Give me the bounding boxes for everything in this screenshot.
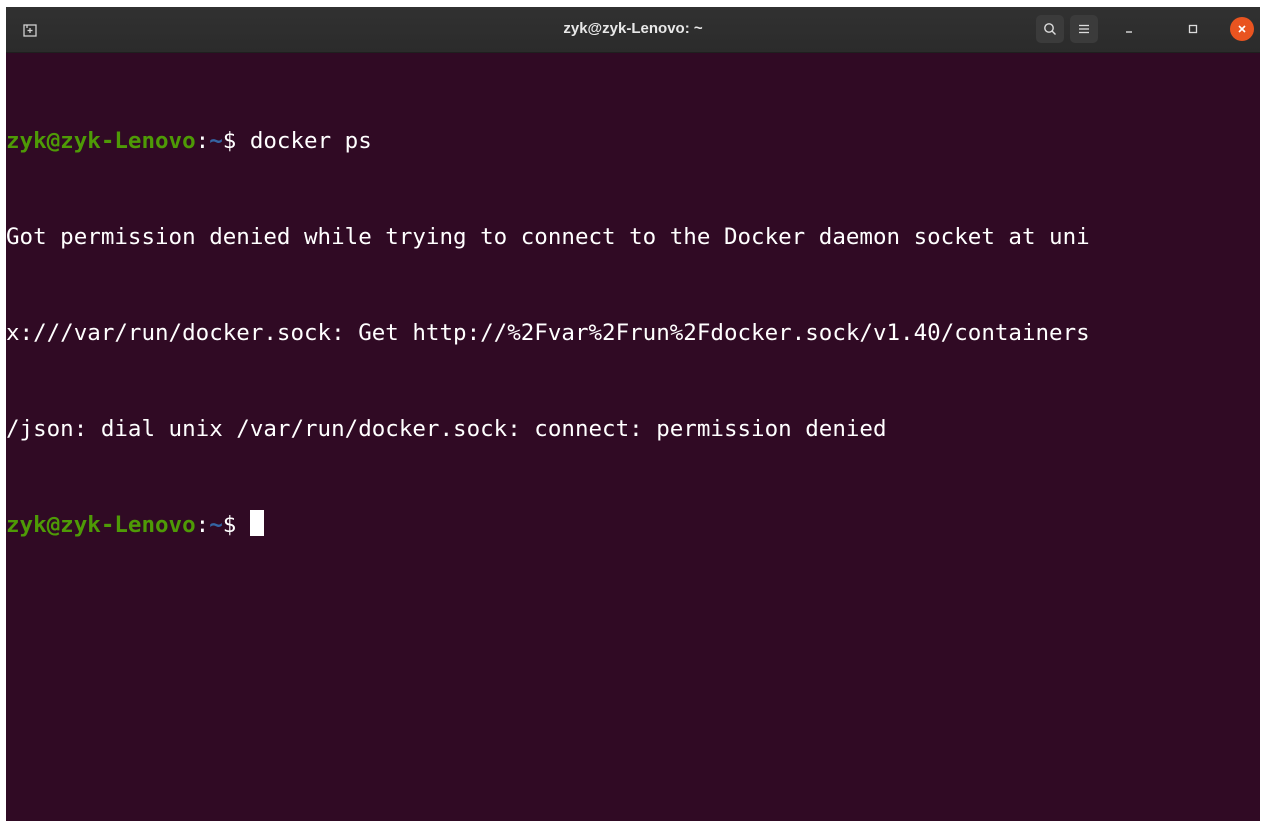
new-tab-button[interactable]: [18, 18, 42, 42]
command-line: zyk@zyk-Lenovo:~$ docker ps: [6, 125, 1260, 157]
close-icon: [1238, 25, 1246, 33]
terminal-output[interactable]: zyk@zyk-Lenovo:~$ docker ps Got permissi…: [6, 55, 1260, 821]
menu-button[interactable]: [1070, 15, 1098, 43]
hamburger-menu-icon: [1079, 24, 1089, 34]
text-cursor: [249, 510, 264, 536]
title-bar[interactable]: zyk@zyk-Lenovo: ~: [6, 7, 1260, 53]
search-button[interactable]: [1036, 15, 1064, 43]
prompt-path: ~: [209, 128, 223, 154]
minimize-icon: [1126, 31, 1132, 33]
close-button[interactable]: [1230, 17, 1254, 41]
prompt-dollar: $: [222, 128, 250, 154]
minimize-button[interactable]: [1116, 16, 1142, 42]
active-prompt-line[interactable]: zyk@zyk-Lenovo:~$: [6, 509, 1260, 541]
output-line: /json: dial unix /var/run/docker.sock: c…: [6, 416, 887, 442]
prompt-user-host: zyk@zyk-Lenovo: [6, 128, 196, 154]
prompt-dollar: $: [222, 512, 250, 538]
prompt-path: ~: [209, 512, 223, 538]
output-line: x:///var/run/docker.sock: Get http://%2F…: [6, 320, 1090, 346]
prompt-colon: :: [195, 128, 210, 154]
maximize-button[interactable]: [1180, 16, 1206, 42]
command-text: docker ps: [249, 128, 372, 154]
prompt-colon: :: [195, 512, 210, 538]
search-icon: [1044, 23, 1056, 35]
terminal-window: zyk@zyk-Lenovo: ~ zyk@zyk-Lenovo:~$ dock…: [6, 7, 1260, 821]
output-line: Got permission denied while trying to co…: [6, 224, 1090, 250]
maximize-icon: [1188, 24, 1198, 34]
new-tab-icon: [23, 24, 37, 37]
prompt-user-host: zyk@zyk-Lenovo: [6, 512, 196, 538]
